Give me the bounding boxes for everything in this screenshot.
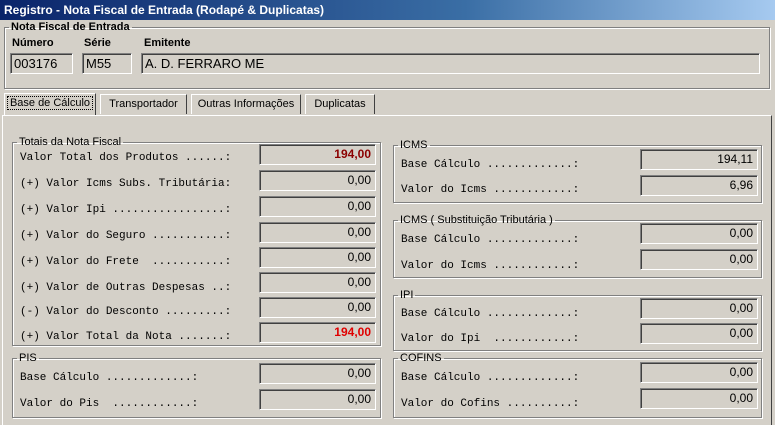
icms-st-base-calculo-field[interactable]: 0,00 [640,223,758,244]
pis-base-calculo-field[interactable]: 0,00 [259,363,376,384]
emitente-label: Emitente [144,37,191,49]
tab-transportador[interactable]: Transportador [100,94,187,114]
icms-group-title: ICMS [400,139,428,151]
totais-row-label: (+) Valor Icms Subs. Tributária: [20,178,232,190]
totais-row-label: (+) Valor de Outras Despesas ..: [20,282,232,294]
icms-base-calculo-field[interactable]: 194,11 [640,149,758,170]
nota-fiscal-group-title: Nota Fiscal de Entrada [11,21,130,33]
emitente-field[interactable]: A. D. FERRARO ME [141,53,760,74]
valor-ipi-field[interactable]: 0,00 [259,196,376,217]
cofins-group-title: COFINS [400,352,442,364]
tab-outras-informacoes[interactable]: Outras Informações [191,94,301,114]
serie-field[interactable]: M55 [82,53,132,74]
serie-label: Série [84,37,111,49]
ipi-row-label: Valor do Ipi ............: [401,333,580,345]
cofins-valor-field[interactable]: 0,00 [640,388,758,409]
valor-total-produtos-field[interactable]: 194,00 [259,144,376,165]
icms-row-label: Base Cálculo .............: [401,159,580,171]
cofins-row-label: Valor do Cofins ..........: [401,398,580,410]
valor-total-nota-field[interactable]: 194,00 [259,322,376,343]
pis-valor-field[interactable]: 0,00 [259,389,376,410]
totais-row-label: (+) Valor Ipi .................: [20,204,232,216]
cofins-base-calculo-field[interactable]: 0,00 [640,362,758,383]
totais-row-label: (+) Valor Total da Nota .......: [20,331,232,343]
valor-seguro-field[interactable]: 0,00 [259,222,376,243]
cofins-row-label: Base Cálculo .............: [401,372,580,384]
totais-row-label: Valor Total dos Produtos ......: [20,152,232,164]
valor-frete-field[interactable]: 0,00 [259,247,376,268]
window-title: Registro - Nota Fiscal de Entrada (Rodap… [0,0,775,20]
ipi-base-calculo-field[interactable]: 0,00 [640,298,758,319]
totais-group-title: Totais da Nota Fiscal [19,136,122,148]
ipi-valor-field[interactable]: 0,00 [640,323,758,344]
valor-desconto-field[interactable]: 0,00 [259,297,376,318]
totais-row-label: (-) Valor do Desconto .........: [20,306,232,318]
icms-st-row-label: Valor do Icms ............: [401,260,580,272]
ipi-row-label: Base Cálculo .............: [401,308,580,320]
totais-row-label: (+) Valor do Frete ...........: [20,256,232,268]
pis-row-label: Base Cálculo .............: [20,372,199,384]
ipi-group-title: IPI [400,289,414,301]
pis-row-label: Valor do Pis ............: [20,398,199,410]
icms-row-label: Valor do Icms ............: [401,184,580,196]
pis-group-title: PIS [19,352,37,364]
icms-valor-field[interactable]: 6,96 [640,175,758,196]
tab-duplicatas[interactable]: Duplicatas [305,94,375,114]
numero-label: Número [12,37,54,49]
numero-field[interactable]: 003176 [10,53,73,74]
icms-st-row-label: Base Cálculo .............: [401,234,580,246]
valor-icms-st-field[interactable]: 0,00 [259,170,376,191]
icms-st-group-title: ICMS ( Substituição Tributária ) [400,214,553,226]
valor-outras-despesas-field[interactable]: 0,00 [259,272,376,293]
tab-base-de-calculo[interactable]: Base de Cálculo [4,93,96,115]
icms-st-valor-field[interactable]: 0,00 [640,249,758,270]
totais-row-label: (+) Valor do Seguro ...........: [20,230,232,242]
